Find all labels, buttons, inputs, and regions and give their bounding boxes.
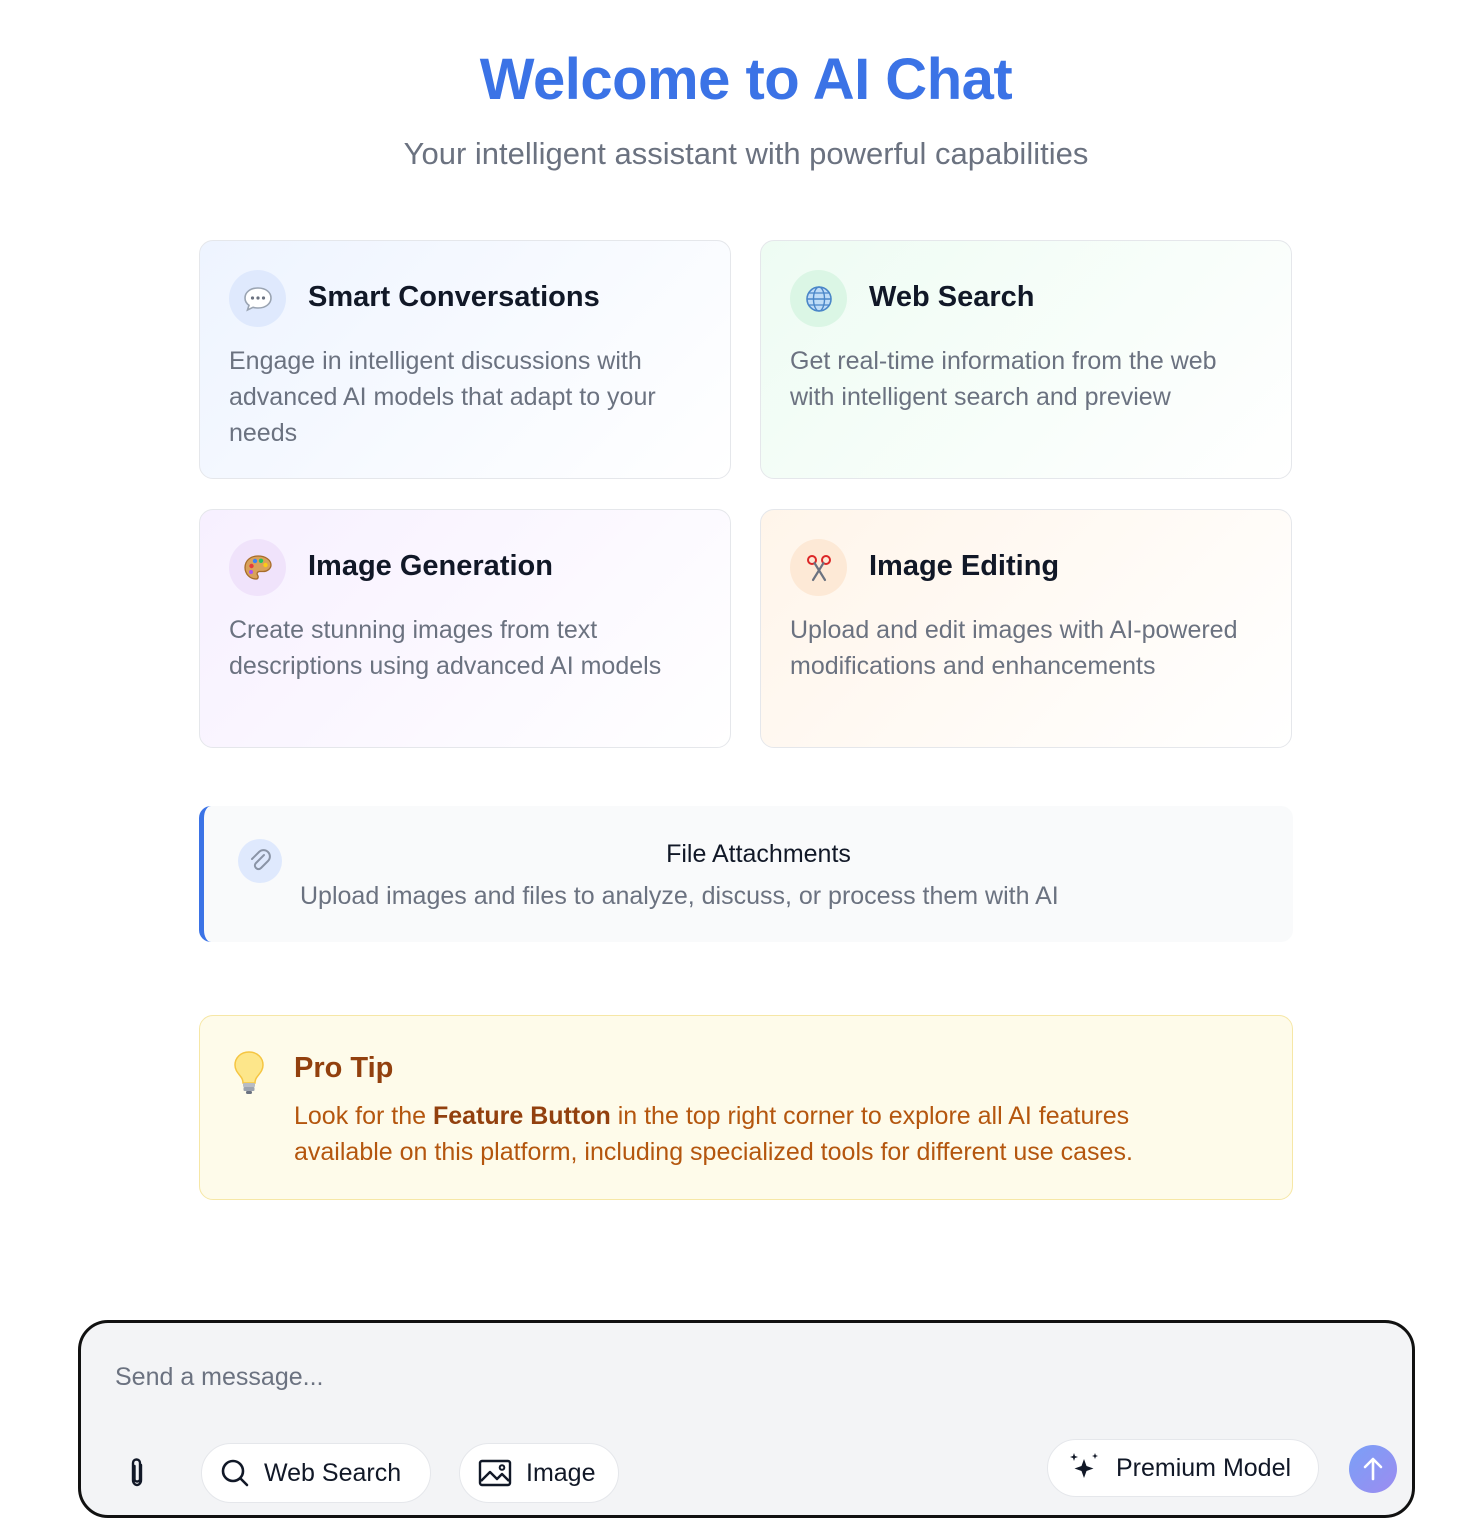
message-composer: Web Search Image Premium Model [78,1320,1415,1518]
feature-title: Web Search [869,281,1035,313]
image-button[interactable]: Image [459,1443,619,1503]
speech-bubble-icon [229,270,286,327]
feature-title: Image Editing [869,550,1060,582]
page-subtitle: Your intelligent assistant with powerful… [403,136,1089,171]
web-search-label: Web Search [264,1458,402,1487]
premium-model-button[interactable]: Premium Model [1047,1439,1319,1497]
search-icon [221,1459,249,1487]
scissors-icon [790,539,847,596]
feature-card-image-editing[interactable]: Image Editing Upload and edit images wit… [760,509,1292,748]
send-button[interactable] [1349,1445,1397,1493]
pro-tip-text: Look for the Feature Button in the top r… [294,1102,1133,1166]
feature-description: Upload and edit images with AI-powered m… [790,616,1238,680]
sparkles-icon [1070,1453,1098,1478]
web-search-button[interactable]: Web Search [201,1443,431,1503]
arrow-up-icon [1363,1457,1383,1481]
image-icon [478,1459,512,1487]
feature-description: Engage in intelligent discussions with a… [229,347,656,447]
palette-icon [229,539,286,596]
feature-description: Create stunning images from text descrip… [229,616,662,680]
feature-card-smart-conversations[interactable]: Smart Conversations Engage in intelligen… [199,240,731,479]
lightbulb-icon [232,1050,266,1101]
attachments-description: Upload images and files to analyze, disc… [300,882,1059,910]
feature-description: Get real-time information from the web w… [790,347,1217,411]
paperclip-icon [131,1458,143,1487]
feature-button-highlight: Feature Button [432,1102,611,1130]
feature-card-web-search[interactable]: Web Search Get real-time information fro… [760,240,1292,479]
file-attachments-info: File Attachments Upload images and files… [199,806,1293,942]
feature-card-image-generation[interactable]: Image Generation Create stunning images … [199,509,731,748]
attach-file-button[interactable] [119,1453,155,1493]
feature-title: Smart Conversations [308,281,600,313]
image-label: Image [526,1458,596,1487]
globe-icon [790,270,847,327]
pro-tip-title: Pro Tip [294,1052,394,1084]
feature-title: Image Generation [308,550,553,582]
attachments-title: File Attachments [666,840,851,868]
premium-model-label: Premium Model [1116,1453,1292,1482]
pro-tip-box: Pro Tip Look for the Feature Button in t… [199,1015,1293,1200]
message-input[interactable] [115,1357,1015,1397]
page-title: Welcome to AI Chat [479,47,1013,112]
